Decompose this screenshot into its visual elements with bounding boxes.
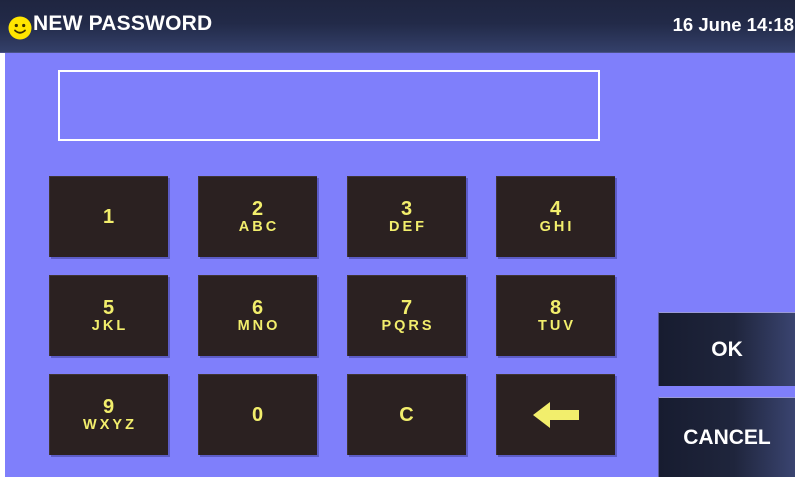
- key-letters: DEF: [389, 218, 427, 235]
- datetime-display: 16 June 14:18: [672, 14, 794, 35]
- page-title: NEW PASSWORD: [33, 12, 213, 35]
- cancel-label: CANCEL: [683, 425, 771, 449]
- key-letters: ABC: [238, 218, 280, 235]
- key-9[interactable]: 9 WXYZ: [49, 374, 168, 455]
- key-digit: 3: [400, 197, 413, 220]
- key-4[interactable]: 4 GHI: [496, 176, 615, 257]
- key-5[interactable]: 5 JKL: [49, 275, 168, 356]
- clear-key[interactable]: C: [347, 374, 466, 455]
- ok-label: OK: [711, 337, 743, 361]
- key-6[interactable]: 6 MNO: [198, 275, 317, 356]
- key-digit: 9: [102, 395, 115, 418]
- key-0[interactable]: 0: [198, 374, 317, 455]
- header-bar: NEW PASSWORD 16 June 14:18: [0, 0, 795, 53]
- key-3[interactable]: 3 DEF: [347, 176, 466, 257]
- backspace-key[interactable]: [496, 374, 615, 455]
- ok-button[interactable]: OK: [658, 312, 795, 386]
- key-digit: 7: [400, 296, 413, 319]
- left-arrow-icon: [532, 401, 579, 428]
- key-digit: 0: [251, 403, 264, 426]
- key-letters: TUV: [538, 317, 576, 334]
- password-input[interactable]: [58, 70, 600, 141]
- key-digit: 8: [549, 296, 562, 319]
- key-letters: JKL: [91, 317, 129, 334]
- key-letters: PQRS: [381, 317, 435, 334]
- key-digit: 6: [251, 296, 264, 319]
- key-digit: 1: [102, 205, 115, 228]
- key-letters: GHI: [539, 218, 575, 235]
- key-1[interactable]: 1: [49, 176, 168, 257]
- smiley-icon: [8, 16, 32, 40]
- key-digit: C: [399, 403, 414, 426]
- key-7[interactable]: 7 PQRS: [347, 275, 466, 356]
- key-letters: MNO: [237, 317, 281, 334]
- key-letters: WXYZ: [83, 416, 137, 433]
- key-2[interactable]: 2 ABC: [198, 176, 317, 257]
- cancel-button[interactable]: CANCEL: [658, 397, 795, 477]
- key-digit: 5: [102, 296, 115, 319]
- screen: NEW PASSWORD 16 June 14:18 1 2 ABC 3 DEF…: [0, 0, 795, 477]
- key-digit: 4: [549, 197, 562, 220]
- key-8[interactable]: 8 TUV: [496, 275, 615, 356]
- key-digit: 2: [251, 197, 264, 220]
